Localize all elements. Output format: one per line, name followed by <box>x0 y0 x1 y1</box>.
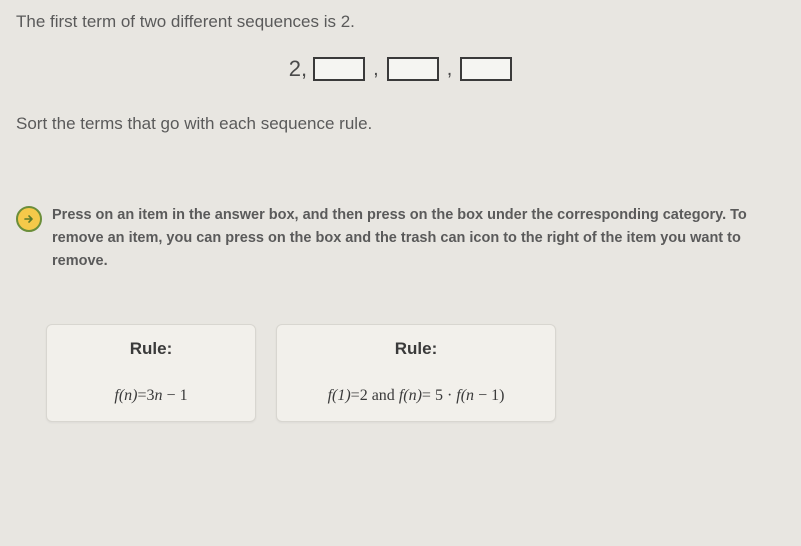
rule-title-1: Rule: <box>65 339 237 359</box>
comma-1: , <box>373 58 379 81</box>
rule-formula-1: f(n)=3n − 1 <box>65 387 237 405</box>
rules-row: Rule: f(n)=3n − 1 Rule: f(1)=2 and f(n)=… <box>46 324 785 422</box>
sequence-first-term: 2, <box>289 56 307 82</box>
rule-box-2[interactable]: Rule: f(1)=2 and f(n)= 5 · f(n − 1) <box>276 324 556 422</box>
rule-title-2: Rule: <box>295 339 537 359</box>
comma-2: , <box>447 58 453 81</box>
sort-instruction: Sort the terms that go with each sequenc… <box>16 114 785 134</box>
arrow-right-icon[interactable] <box>16 206 42 232</box>
hint-text: Press on an item in the answer box, and … <box>52 204 785 274</box>
sequence-blank-2[interactable] <box>387 57 439 81</box>
rule-formula-2: f(1)=2 and f(n)= 5 · f(n − 1) <box>295 387 537 405</box>
rule-box-1[interactable]: Rule: f(n)=3n − 1 <box>46 324 256 422</box>
sequence-blank-3[interactable] <box>460 57 512 81</box>
sequence-display: 2, , , <box>16 56 785 82</box>
hint-row: Press on an item in the answer box, and … <box>16 204 785 274</box>
intro-text: The first term of two different sequence… <box>16 12 785 32</box>
sequence-blank-1[interactable] <box>313 57 365 81</box>
